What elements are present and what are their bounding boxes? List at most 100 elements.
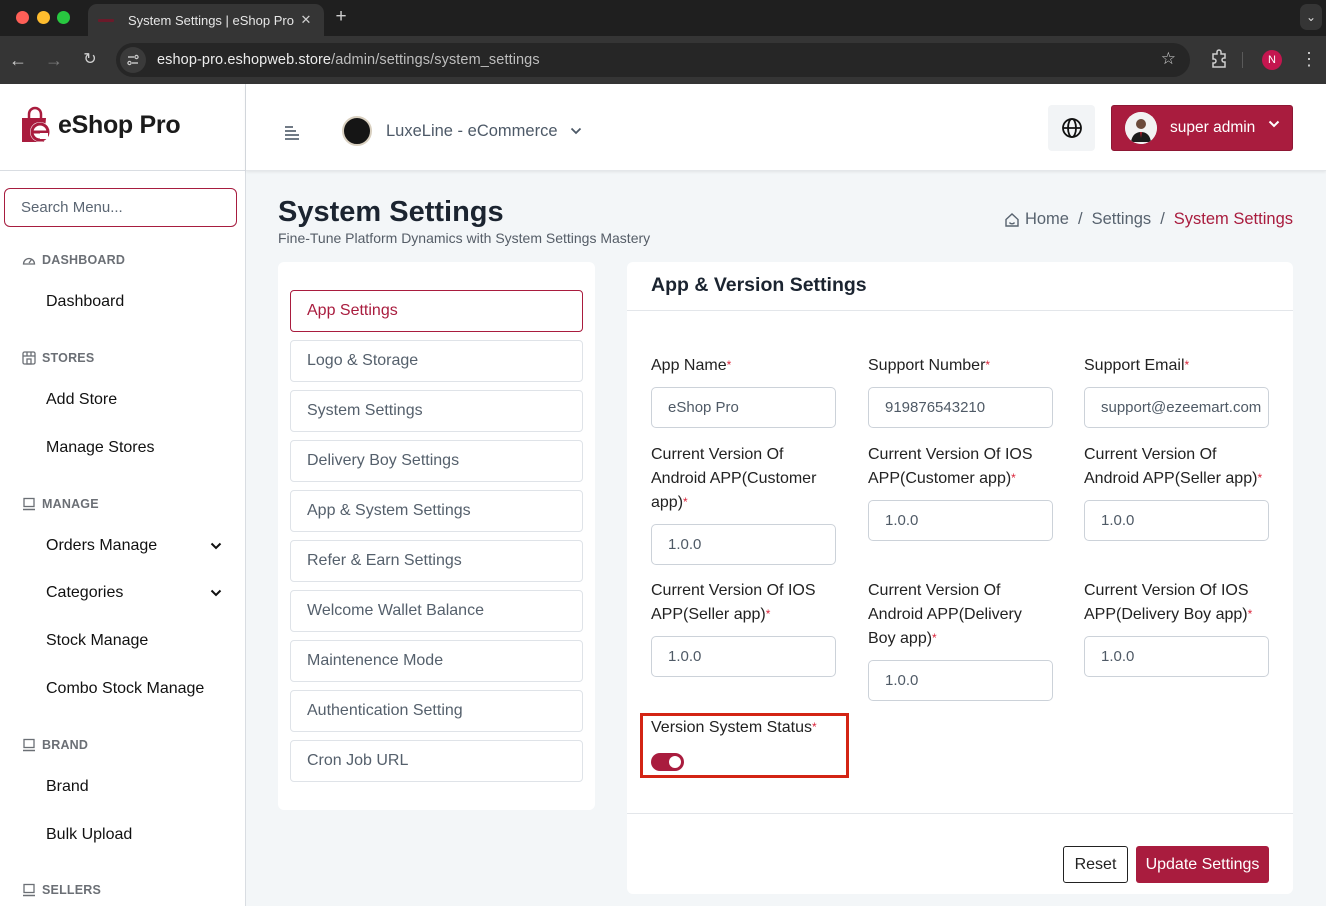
topbar: LuxeLine - eCommerce super admin — [246, 84, 1326, 171]
card-footer-divider — [627, 813, 1293, 814]
laptop-icon — [23, 497, 35, 511]
tab-refer-earn-settings[interactable]: Refer & Earn Settings — [290, 540, 583, 582]
update-settings-button[interactable]: Update Settings — [1136, 846, 1269, 883]
tab-authentication-setting[interactable]: Authentication Setting — [290, 690, 583, 732]
gauge-icon — [22, 257, 36, 265]
toolbar-divider — [1242, 52, 1243, 68]
card-title: App & Version Settings — [651, 274, 867, 296]
address-bar[interactable]: eshop-pro.eshopweb.store/admin/settings/… — [116, 43, 1190, 77]
browser-menu-icon[interactable]: ⋮ — [1300, 48, 1318, 72]
tab-app-system-settings[interactable]: App & System Settings — [290, 490, 583, 532]
android-delivery-version-input[interactable] — [868, 660, 1053, 701]
sidebar-item-categories[interactable]: Categories — [46, 584, 236, 602]
sidebar: eShop Pro DASHBOARD Dashboard STORES Add… — [0, 84, 246, 906]
settings-nav-card: App Settings Logo & Storage System Setti… — [278, 262, 595, 810]
android-seller-version-label: Current Version Of Android APP(Seller ap… — [1084, 446, 1263, 487]
tab-maintenance-mode[interactable]: Maintenence Mode — [290, 640, 583, 682]
support-number-input[interactable] — [868, 387, 1053, 428]
tab-search-button[interactable]: ⌄ — [1300, 4, 1322, 30]
admin-app: eShop Pro DASHBOARD Dashboard STORES Add… — [0, 84, 1326, 906]
forward-button[interactable]: → — [42, 48, 66, 72]
sidebar-item-add-store[interactable]: Add Store — [46, 391, 236, 409]
breadcrumb: Home / Settings / System Settings — [1004, 210, 1293, 229]
breadcrumb-current: System Settings — [1173, 210, 1293, 228]
app-name-label: App Name* — [651, 357, 732, 374]
support-number-label: Support Number* — [868, 357, 991, 374]
ios-seller-version-input[interactable] — [651, 636, 836, 677]
sidebar-item-dashboard[interactable]: Dashboard — [46, 293, 236, 311]
ios-customer-version-label: Current Version Of IOS APP(Customer app)… — [868, 446, 1033, 487]
section-stores: STORES — [22, 351, 94, 365]
android-customer-version-label: Current Version Of Android APP(Customer … — [651, 446, 817, 511]
chevron-down-icon — [210, 542, 222, 550]
extensions-icon[interactable] — [1208, 48, 1230, 72]
store-icon — [22, 351, 36, 365]
version-status-toggle[interactable] — [651, 753, 684, 771]
app-version-settings-card: App & Version Settings App Name* Support… — [627, 262, 1293, 894]
app-name-input[interactable] — [651, 387, 836, 428]
chevron-down-icon — [570, 127, 581, 135]
language-button[interactable] — [1048, 105, 1095, 151]
browser-tab[interactable]: System Settings | eShop Pro ✕ — [88, 4, 324, 36]
reload-button[interactable]: ↻ — [78, 48, 102, 72]
window-maximize-button[interactable] — [57, 11, 70, 24]
window-close-button[interactable] — [16, 11, 29, 24]
ios-customer-version-input[interactable] — [868, 500, 1053, 541]
sidebar-item-brand[interactable]: Brand — [46, 778, 236, 796]
browser-toolbar: ← → ↻ eshop-pro.eshopweb.store/admin/set… — [0, 36, 1326, 84]
avatar — [1125, 112, 1157, 144]
page-subtitle: Fine-Tune Platform Dynamics with System … — [278, 230, 651, 246]
tab-delivery-boy-settings[interactable]: Delivery Boy Settings — [290, 440, 583, 482]
window-minimize-button[interactable] — [37, 11, 50, 24]
sidebar-item-stock-manage[interactable]: Stock Manage — [46, 632, 236, 650]
android-seller-version-input[interactable] — [1084, 500, 1269, 541]
laptop-icon — [23, 883, 35, 897]
sidebar-item-bulk-upload[interactable]: Bulk Upload — [46, 826, 236, 844]
laptop-icon — [23, 738, 35, 752]
breadcrumb-separator: / — [1077, 210, 1083, 228]
section-dashboard: DASHBOARD — [22, 253, 125, 267]
menu-toggle-icon[interactable] — [284, 126, 300, 140]
android-customer-version-input[interactable] — [651, 524, 836, 565]
sidebar-item-combo-stock-manage[interactable]: Combo Stock Manage — [46, 680, 236, 698]
browser-tab-title: System Settings | eShop Pro — [128, 12, 294, 28]
page-title: System Settings — [278, 196, 504, 228]
store-logo — [342, 116, 372, 146]
tab-logo-storage[interactable]: Logo & Storage — [290, 340, 583, 382]
profile-avatar[interactable]: N — [1262, 50, 1282, 70]
logo[interactable]: eShop Pro — [20, 106, 181, 144]
tab-welcome-wallet-balance[interactable]: Welcome Wallet Balance — [290, 590, 583, 632]
browser-tab-strip: System Settings | eShop Pro ✕ + ⌄ — [0, 0, 1326, 36]
new-tab-button[interactable]: + — [330, 6, 352, 28]
store-selector[interactable]: LuxeLine - eCommerce — [342, 116, 582, 146]
breadcrumb-home[interactable]: Home — [1004, 210, 1069, 229]
breadcrumb-settings[interactable]: Settings — [1092, 210, 1152, 229]
bookmark-star-icon[interactable]: ☆ — [1161, 49, 1176, 69]
toggle-knob — [669, 756, 681, 768]
android-delivery-version-label: Current Version Of Android APP(Delivery … — [868, 582, 1022, 647]
globe-icon — [1061, 118, 1082, 138]
favicon-icon — [98, 18, 114, 22]
tab-cron-job-url[interactable]: Cron Job URL — [290, 740, 583, 782]
close-tab-icon[interactable]: ✕ — [296, 12, 316, 28]
search-menu-input[interactable] — [4, 188, 237, 227]
user-name: super admin — [1170, 119, 1256, 136]
user-menu-button[interactable]: super admin — [1111, 105, 1293, 151]
store-name: LuxeLine - eCommerce — [386, 121, 558, 140]
section-manage: MANAGE — [22, 497, 99, 511]
support-email-input[interactable] — [1084, 387, 1269, 428]
site-info-icon[interactable] — [120, 47, 146, 73]
reset-button[interactable]: Reset — [1063, 846, 1128, 883]
logo-text: eShop Pro — [58, 110, 181, 139]
sidebar-item-orders-manage[interactable]: Orders Manage — [46, 537, 236, 555]
shop-bag-logo-icon — [22, 106, 50, 142]
tab-system-settings[interactable]: System Settings — [290, 390, 583, 432]
tab-app-settings[interactable]: App Settings — [290, 290, 583, 332]
ios-seller-version-label: Current Version Of IOS APP(Seller app)* — [651, 582, 816, 623]
card-divider — [627, 310, 1293, 311]
sidebar-item-manage-stores[interactable]: Manage Stores — [46, 439, 236, 457]
logo-divider — [0, 170, 246, 171]
support-email-label: Support Email* — [1084, 357, 1190, 374]
ios-delivery-version-input[interactable] — [1084, 636, 1269, 677]
back-button[interactable]: ← — [6, 48, 30, 72]
